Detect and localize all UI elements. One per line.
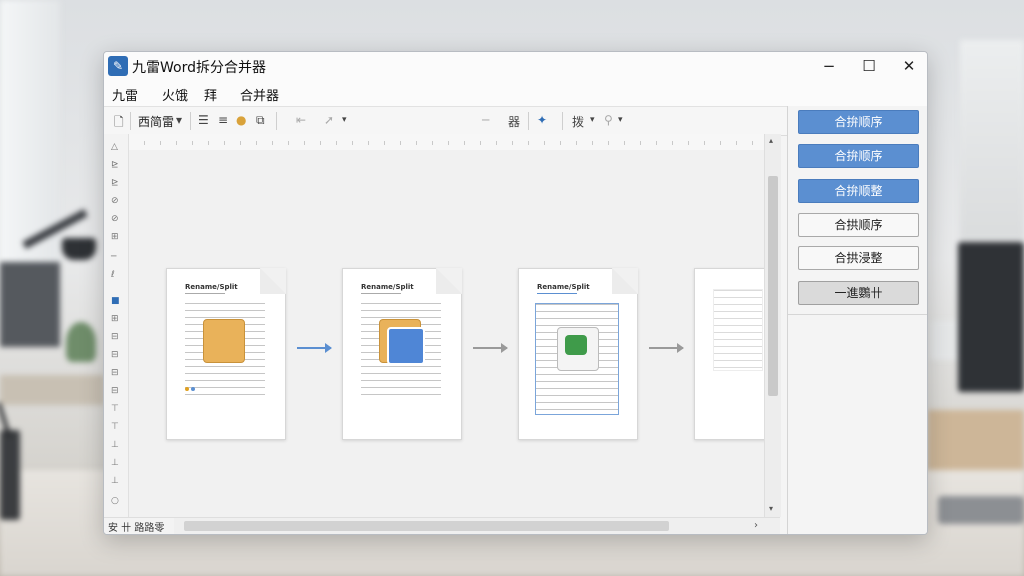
- new-document-icon[interactable]: 🗋: [114, 113, 124, 134]
- tool-icon[interactable]: ⊟: [111, 350, 119, 360]
- tool-icon[interactable]: ⊥: [111, 440, 119, 450]
- tool-icon[interactable]: ⊟: [111, 386, 119, 396]
- tool-icon[interactable]: ⊵: [111, 160, 119, 170]
- toolbar: 🗋 西简雷 ▾ ☰ ≡ ● ⧉ ⇤ ➚ ▾ ─ 器 ✦ 拨 ▾ ⚲ ▾: [104, 106, 787, 136]
- app-window: ✎ 九雷Word拆分合并器 − ☐ ✕ 九雷 火饿 拜 合并器 🗋 西简雷 ▾ …: [103, 51, 928, 535]
- pointer-icon[interactable]: ➚: [324, 113, 334, 127]
- document-page-partial[interactable]: [694, 268, 764, 440]
- split-tool-icon: [387, 327, 425, 365]
- status-bar: 安 卄 路路零: [104, 517, 174, 534]
- menu-item-view[interactable]: 拜: [204, 85, 217, 104]
- copy-icon[interactable]: ⧉: [256, 113, 265, 128]
- chevron-down-icon[interactable]: ▾: [590, 115, 595, 125]
- horizontal-ruler: [128, 134, 764, 151]
- merge-adjust-button[interactable]: 合拚顺整: [798, 179, 919, 203]
- share-icon[interactable]: ✦: [537, 113, 547, 127]
- doc-title: Rename/Split: [185, 283, 238, 291]
- document-page[interactable]: Rename/Split: [166, 268, 286, 440]
- scroll-thumb[interactable]: [184, 521, 669, 531]
- merge-adjust-button-2[interactable]: 合拱浸整: [798, 246, 919, 270]
- scroll-up-arrow[interactable]: ▴: [769, 136, 773, 145]
- divider-icon[interactable]: ─: [482, 113, 489, 127]
- chevron-down-icon[interactable]: ▾: [618, 115, 623, 125]
- find-icon[interactable]: 拨: [572, 113, 584, 130]
- document-page[interactable]: Rename/Split: [518, 268, 638, 440]
- menu-item-merger[interactable]: 合并器: [240, 85, 279, 104]
- horizontal-scrollbar[interactable]: ›: [174, 517, 780, 534]
- tool-icon[interactable]: ⊞: [111, 314, 119, 324]
- merge-order-button-2[interactable]: 合拚顺序: [798, 144, 919, 168]
- menu-item-home[interactable]: 九雷: [109, 85, 141, 109]
- scroll-down-arrow[interactable]: ▾: [769, 504, 773, 513]
- app-logo-icon: ✎: [108, 56, 128, 76]
- tool-icon[interactable]: ⊤: [111, 404, 119, 414]
- minimize-button[interactable]: −: [809, 54, 849, 78]
- title-bar: ✎ 九雷Word拆分合并器 − ☐ ✕: [104, 52, 927, 80]
- flow-arrow: [473, 343, 508, 353]
- tool-icon[interactable]: ─: [111, 252, 116, 262]
- tool-icon[interactable]: ○: [111, 496, 119, 506]
- merge-order-button-1[interactable]: 合拚顺序: [798, 110, 919, 134]
- style-dropdown[interactable]: 西简雷: [138, 113, 174, 130]
- doc-title: Rename/Split: [537, 283, 590, 291]
- doc-title: Rename/Split: [361, 283, 414, 291]
- tool-icon[interactable]: ⊥: [111, 458, 119, 468]
- document-page[interactable]: Rename/Split: [342, 268, 462, 440]
- tool-icon[interactable]: ⊵: [111, 178, 119, 188]
- sheet-icon: [565, 335, 587, 355]
- menu-bar: 九雷 火饿 拜 合并器: [104, 80, 927, 109]
- chevron-down-icon[interactable]: ▾: [176, 113, 182, 127]
- vertical-scrollbar[interactable]: ▴ ▾: [764, 134, 781, 517]
- tool-icon[interactable]: ⊘: [111, 196, 119, 206]
- maximize-button[interactable]: ☐: [849, 54, 889, 78]
- menu-item-edit[interactable]: 火饿: [162, 85, 188, 104]
- paint-icon[interactable]: ●: [236, 113, 246, 127]
- tool-icon[interactable]: ⊥: [111, 476, 119, 486]
- merge-order-button-3[interactable]: 合拱顺序: [798, 213, 919, 237]
- document-canvas[interactable]: Rename/Split Rename/Split Rename/Split: [129, 150, 764, 517]
- tool-icon[interactable]: △: [111, 142, 118, 152]
- tool-icon-active[interactable]: ■: [111, 296, 120, 306]
- tool-icon[interactable]: ⊘: [111, 214, 119, 224]
- align-center-icon[interactable]: ≡: [218, 113, 228, 127]
- status-text: 安 卄 路路零: [108, 523, 165, 534]
- grid-icon[interactable]: 器: [508, 113, 520, 130]
- scroll-thumb[interactable]: [768, 176, 778, 396]
- tool-icon[interactable]: ⊟: [111, 332, 119, 342]
- word-file-icon: [203, 319, 245, 363]
- tool-icon[interactable]: ℓ: [111, 270, 115, 280]
- right-panel: 合拚顺序 合拚顺序 合拚顺整 合拱顺序 合拱浸整 一進鸚卄: [787, 106, 927, 534]
- one-click-button[interactable]: 一進鸚卄: [798, 281, 919, 305]
- flow-arrow: [297, 343, 332, 353]
- tool-icon[interactable]: ⊟: [111, 368, 119, 378]
- window-title: 九雷Word拆分合并器: [132, 60, 266, 76]
- tool-icon[interactable]: ⊤: [111, 422, 119, 432]
- left-tool-strip: △ ⊵ ⊵ ⊘ ⊘ ⊞ ─ ℓ ■ ⊞ ⊟ ⊟ ⊟ ⊟ ⊤ ⊤ ⊥ ⊥ ⊥ ○: [104, 134, 129, 517]
- flow-arrow: [649, 343, 684, 353]
- indent-icon[interactable]: ⇤: [296, 113, 306, 127]
- close-button[interactable]: ✕: [889, 54, 927, 78]
- align-left-icon[interactable]: ☰: [198, 113, 209, 127]
- scroll-right-arrow[interactable]: ›: [754, 520, 758, 531]
- chevron-down-icon[interactable]: ▾: [342, 115, 347, 125]
- search-icon[interactable]: ⚲: [604, 113, 613, 127]
- tool-icon[interactable]: ⊞: [111, 232, 119, 242]
